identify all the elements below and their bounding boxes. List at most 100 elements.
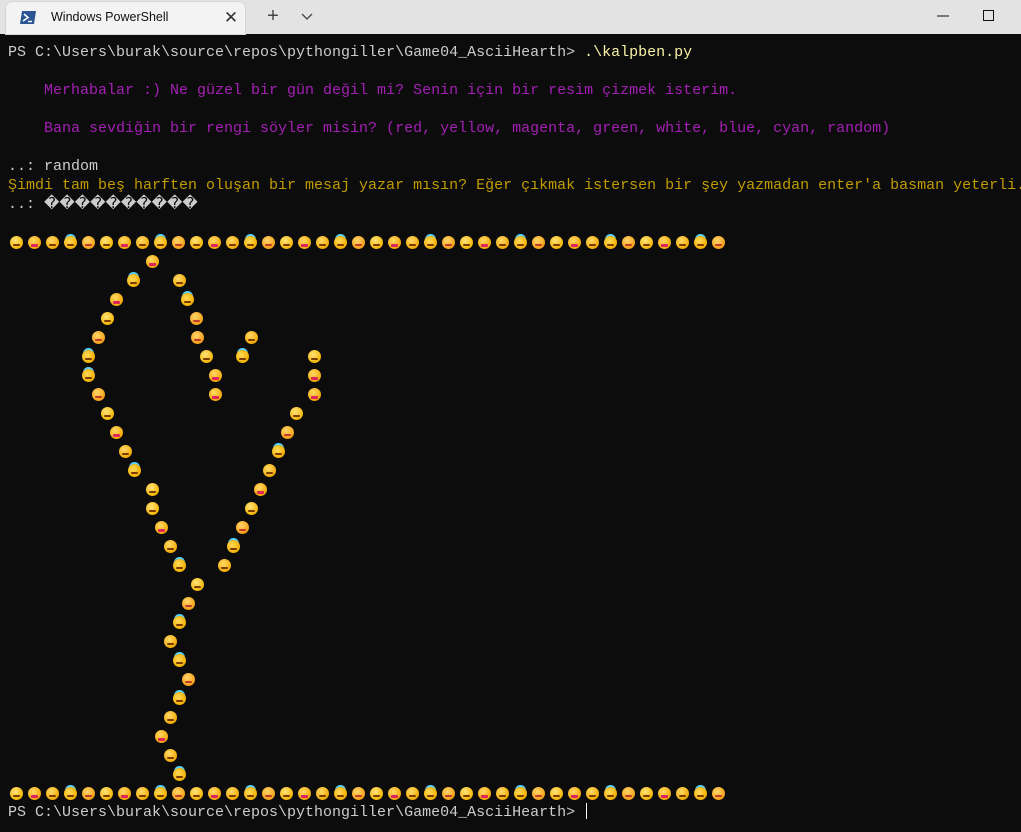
halo-emoji-icon [424, 236, 437, 249]
halo-emoji-icon [173, 768, 186, 781]
eyes-emoji-icon [496, 236, 509, 249]
star-emoji-icon [532, 236, 545, 249]
halo-emoji-icon [64, 787, 77, 800]
wink-emoji-icon [10, 787, 23, 800]
wink-emoji-icon [10, 236, 23, 249]
wink-emoji-icon [190, 787, 203, 800]
star-emoji-icon [262, 236, 275, 249]
eyes-emoji-icon [173, 274, 186, 287]
star-emoji-icon [172, 787, 185, 800]
color-question: Bana sevdiğin bir rengi söyler misin? (r… [8, 120, 891, 137]
tongue-emoji-icon [478, 787, 491, 800]
tongue-emoji-icon [298, 787, 311, 800]
halo-emoji-icon [334, 236, 347, 249]
wink-emoji-icon [370, 236, 383, 249]
eyes-emoji-icon [46, 787, 59, 800]
eyes-emoji-icon [263, 464, 276, 477]
halo-emoji-icon [694, 236, 707, 249]
halo-emoji-icon [514, 236, 527, 249]
tongue-emoji-icon [155, 730, 168, 743]
wink-emoji-icon [146, 502, 159, 515]
prompt-path-2: PS C:\Users\burak\source\repos\pythongil… [8, 804, 585, 821]
wink-emoji-icon [460, 236, 473, 249]
wink-emoji-icon [200, 350, 213, 363]
star-emoji-icon [442, 787, 455, 800]
star-emoji-icon [262, 787, 275, 800]
eyes-emoji-icon [119, 445, 132, 458]
eyes-emoji-icon [316, 787, 329, 800]
eyes-emoji-icon [676, 787, 689, 800]
wink-emoji-icon [245, 502, 258, 515]
star-emoji-icon [712, 236, 725, 249]
eyes-emoji-icon [164, 711, 177, 724]
halo-emoji-icon [82, 369, 95, 382]
color-answer: ..: random [8, 158, 99, 175]
eyes-emoji-icon [136, 236, 149, 249]
tab-title: Windows PowerShell [51, 10, 169, 24]
halo-emoji-icon [334, 787, 347, 800]
tongue-emoji-icon [208, 236, 221, 249]
star-emoji-icon [352, 236, 365, 249]
eyes-emoji-icon [586, 236, 599, 249]
halo-emoji-icon [604, 236, 617, 249]
powershell-icon [20, 11, 36, 24]
wink-emoji-icon [146, 483, 159, 496]
eyes-emoji-icon [586, 787, 599, 800]
tongue-emoji-icon [146, 255, 159, 268]
halo-emoji-icon [604, 787, 617, 800]
halo-emoji-icon [236, 350, 249, 363]
tongue-emoji-icon [298, 236, 311, 249]
message-question: Şimdi tam beş harften oluşan bir mesaj y… [8, 177, 1021, 194]
tongue-emoji-icon [110, 293, 123, 306]
wink-emoji-icon [100, 236, 113, 249]
halo-emoji-icon [173, 616, 186, 629]
new-tab-button[interactable]: + [262, 5, 284, 27]
star-emoji-icon [182, 597, 195, 610]
tab-powershell[interactable]: Windows PowerShell ✕ [6, 2, 245, 34]
command-text: .\kalpben.py [584, 44, 693, 61]
wink-emoji-icon [101, 407, 114, 420]
eyes-emoji-icon [164, 635, 177, 648]
text-cursor [586, 803, 588, 819]
halo-emoji-icon [694, 787, 707, 800]
wink-emoji-icon [550, 236, 563, 249]
halo-emoji-icon [181, 293, 194, 306]
star-emoji-icon [190, 312, 203, 325]
eyes-emoji-icon [164, 540, 177, 553]
star-emoji-icon [532, 787, 545, 800]
halo-emoji-icon [514, 787, 527, 800]
star-emoji-icon [281, 426, 294, 439]
wink-emoji-icon [190, 236, 203, 249]
prompt-line: PS C:\Users\burak\source\repos\pythongil… [8, 43, 692, 62]
star-emoji-icon [352, 787, 365, 800]
tongue-emoji-icon [478, 236, 491, 249]
prompt-line-2: PS C:\Users\burak\source\repos\pythongil… [8, 803, 588, 822]
tongue-emoji-icon [155, 521, 168, 534]
tongue-emoji-icon [568, 236, 581, 249]
halo-emoji-icon [82, 350, 95, 363]
eyes-emoji-icon [218, 559, 231, 572]
tongue-emoji-icon [118, 236, 131, 249]
halo-emoji-icon [128, 464, 141, 477]
close-tab-button[interactable]: ✕ [222, 8, 240, 28]
star-emoji-icon [712, 787, 725, 800]
wink-emoji-icon [101, 312, 114, 325]
eyes-emoji-icon [316, 236, 329, 249]
tongue-emoji-icon [208, 787, 221, 800]
tongue-emoji-icon [110, 426, 123, 439]
tongue-emoji-icon [388, 787, 401, 800]
maximize-icon[interactable] [978, 4, 1000, 28]
minimize-icon[interactable] [930, 4, 956, 28]
eyes-emoji-icon [406, 236, 419, 249]
prompt-path: PS C:\Users\burak\source\repos\pythongil… [8, 44, 585, 61]
terminal-output[interactable]: PS C:\Users\burak\source\repos\pythongil… [0, 34, 1021, 832]
star-emoji-icon [622, 236, 635, 249]
wink-emoji-icon [100, 787, 113, 800]
star-emoji-icon [172, 236, 185, 249]
star-emoji-icon [191, 331, 204, 344]
greeting-text: Merhabalar :) Ne güzel bir gün değil mi?… [8, 82, 738, 99]
wink-emoji-icon [640, 787, 653, 800]
tongue-emoji-icon [209, 388, 222, 401]
chevron-down-icon[interactable] [296, 5, 318, 27]
eyes-emoji-icon [406, 787, 419, 800]
